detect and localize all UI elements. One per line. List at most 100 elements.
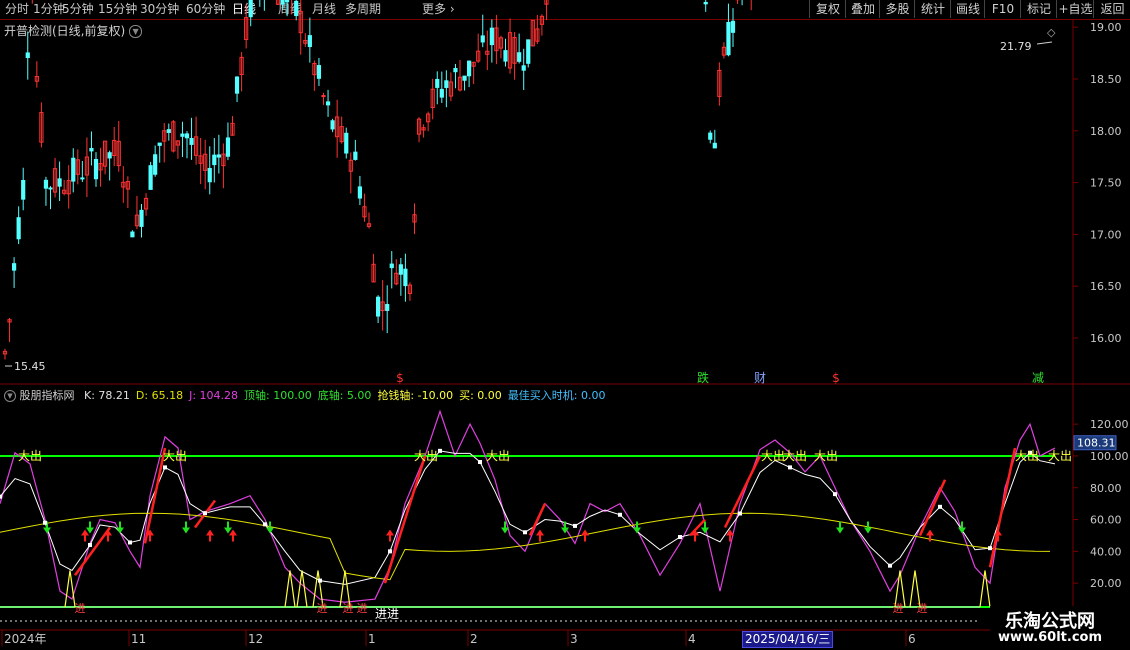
up-arrow-icon [386,529,394,542]
down-arrow-icon [86,521,94,534]
candle-body [453,68,458,73]
entry-label: 进 [343,602,354,615]
time-axis-label: 6 [908,632,916,646]
candle-body [307,35,312,48]
k-point-marker [128,540,132,545]
watermark: 乐淘公式网 www.60lt.com [990,606,1130,650]
candle-body [376,296,381,317]
diamond-icon: ◇ [1047,26,1056,39]
candle-body [234,76,240,94]
indicator-value-3: 顶轴: 100.00 [244,389,312,402]
chevron-down-icon[interactable]: ▼ [129,25,143,38]
candle-body [157,142,162,146]
event-marker: $ [832,371,840,385]
focus-entry-label: 进进 [375,607,399,621]
candle-body [712,142,717,149]
entry-label: 进 [893,602,904,615]
k-point-marker [618,512,622,517]
candle-body [89,148,94,152]
expand-icon[interactable]: ▼ [4,390,16,402]
candle-body [93,158,99,180]
candle-body [139,209,144,227]
k-point-marker [788,465,792,470]
up-arrow-icon [104,529,112,542]
candle-body [57,178,62,187]
time-axis-label: 3 [570,632,578,646]
candle-body [467,60,472,77]
candle-body [130,231,135,238]
k-point-marker [438,448,442,453]
price-tick-label: 16.50 [1090,280,1122,293]
indicator-name[interactable]: 股朋指标网 [20,389,75,402]
up-arrow-icon [206,529,214,542]
candle-body [285,0,290,3]
time-axis-label: 11 [131,632,146,646]
candle-body [726,21,731,56]
down-arrow-icon [864,521,872,534]
candle-body [107,152,112,159]
entry-label: 进 [917,602,928,615]
yellow-spike [64,570,76,608]
candle-body [403,268,408,287]
time-axis-label: 1 [368,632,376,646]
candle-body [16,217,21,240]
candle-body [43,179,49,189]
candle-body [462,75,467,81]
price-tick-label: 17.00 [1090,228,1122,241]
yellow-spike [979,570,991,608]
candle-body [521,65,526,71]
candle-body [489,27,494,46]
down-arrow-icon [182,521,190,534]
candle-body [225,137,231,157]
candle-body [330,120,335,130]
k-point-marker [938,504,942,509]
ind-tick-label: 60.00 [1090,514,1122,527]
time-axis-label: 2 [470,632,478,646]
k-point-marker [523,530,527,535]
signal-label-da-chu: 大出 [1048,449,1072,463]
down-arrow-icon [633,521,641,534]
ind-tick-label: 20.00 [1090,577,1122,590]
indicator-value-5: 抢钱轴: -10.00 [377,389,454,402]
indicator-value-7: 最佳买入时机: 0.00 [507,389,606,402]
candle-body [703,1,708,5]
price-tick-label: 18.50 [1090,73,1122,86]
price-tick-label: 18.00 [1090,125,1122,138]
candle-body [480,35,485,43]
candle-body [385,303,390,311]
chart-area: 21.0020.5020.0019.5019.0018.5018.0017.50… [0,0,1130,646]
candle-body [148,165,153,190]
candle-body [25,52,30,59]
down-arrow-icon [836,521,844,534]
event-marker: 财 [754,371,766,385]
signal-label-da-chu: 大出 [783,449,807,463]
candle-body [180,133,185,137]
indicator-header: ▼ 股朋指标网 K: 78.21 D: 65.18 J: 104.28 顶轴: 100… [4,387,606,403]
candle-body [189,137,194,145]
event-marker: 跌 [697,370,709,385]
entry-label: 进 [357,602,368,615]
candle-body [184,133,190,139]
signal-label-da-chu: 大出 [761,449,785,463]
event-marker: 减 [1032,371,1044,385]
entry-label: 进 [317,602,328,615]
candle-body [435,78,440,88]
k-point-marker [263,522,267,527]
up-arrow-icon [691,529,699,542]
candle-body [353,151,358,160]
red-signal-segment [723,455,762,529]
candle-body [730,20,736,33]
up-arrow-icon [581,529,589,542]
indicator-value-4: 底轴: 5.00 [317,389,372,402]
candle-body [12,263,17,271]
k-point-marker [0,494,2,499]
signal-label-da-chu: 大出 [1015,449,1039,463]
main-chart-title[interactable]: 开普检测(日线,前复权) ▼ [4,22,143,39]
candle-body [48,187,53,190]
selected-date-tag: 2025/04/16/三 [742,631,834,648]
down-arrow-icon [224,521,232,534]
high-marker-line [1036,41,1053,45]
k-point-marker [888,563,892,568]
signal-label-da-chu: 大出 [414,449,438,463]
candle-body [316,65,322,79]
